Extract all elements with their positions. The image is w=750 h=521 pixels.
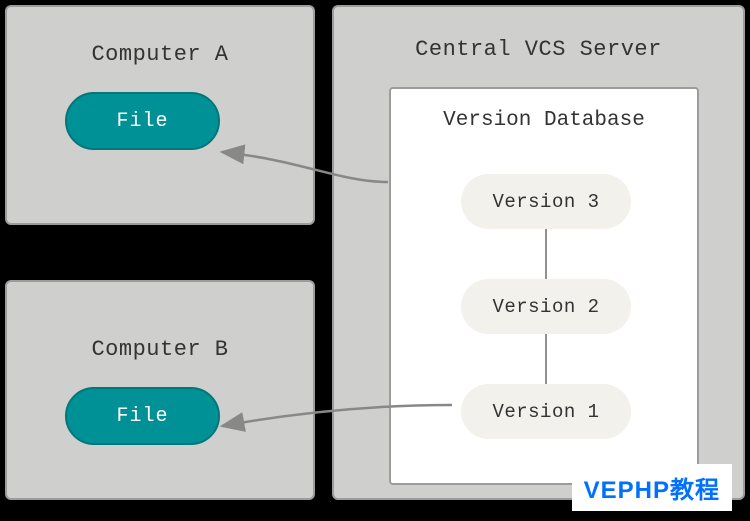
computer-b-panel: Computer B File <box>5 280 315 500</box>
server-title: Central VCS Server <box>334 37 743 62</box>
central-vcs-server-panel: Central VCS Server Version Database Vers… <box>332 5 745 500</box>
computer-a-title: Computer A <box>7 42 313 67</box>
connector-v2-v1 <box>545 334 547 384</box>
version-3-label: Version 3 <box>492 191 599 213</box>
version-2-node: Version 2 <box>461 279 631 334</box>
version-2-label: Version 2 <box>492 296 599 318</box>
watermark-text: VEPHP教程 <box>584 477 720 504</box>
file-label-a: File <box>116 110 168 133</box>
version-1-label: Version 1 <box>492 401 599 423</box>
watermark: VEPHP教程 <box>572 464 732 511</box>
file-label-b: File <box>116 405 168 428</box>
connector-v3-v2 <box>545 229 547 279</box>
version-3-node: Version 3 <box>461 174 631 229</box>
computer-a-panel: Computer A File <box>5 5 315 225</box>
computer-a-file-pill: File <box>65 92 220 150</box>
version-database-box: Version Database Version 3 Version 2 Ver… <box>389 87 699 485</box>
computer-b-title: Computer B <box>7 337 313 362</box>
version-database-title: Version Database <box>391 109 697 132</box>
diagram-canvas: Computer A File Computer B File Central … <box>0 0 750 521</box>
version-1-node: Version 1 <box>461 384 631 439</box>
computer-b-file-pill: File <box>65 387 220 445</box>
